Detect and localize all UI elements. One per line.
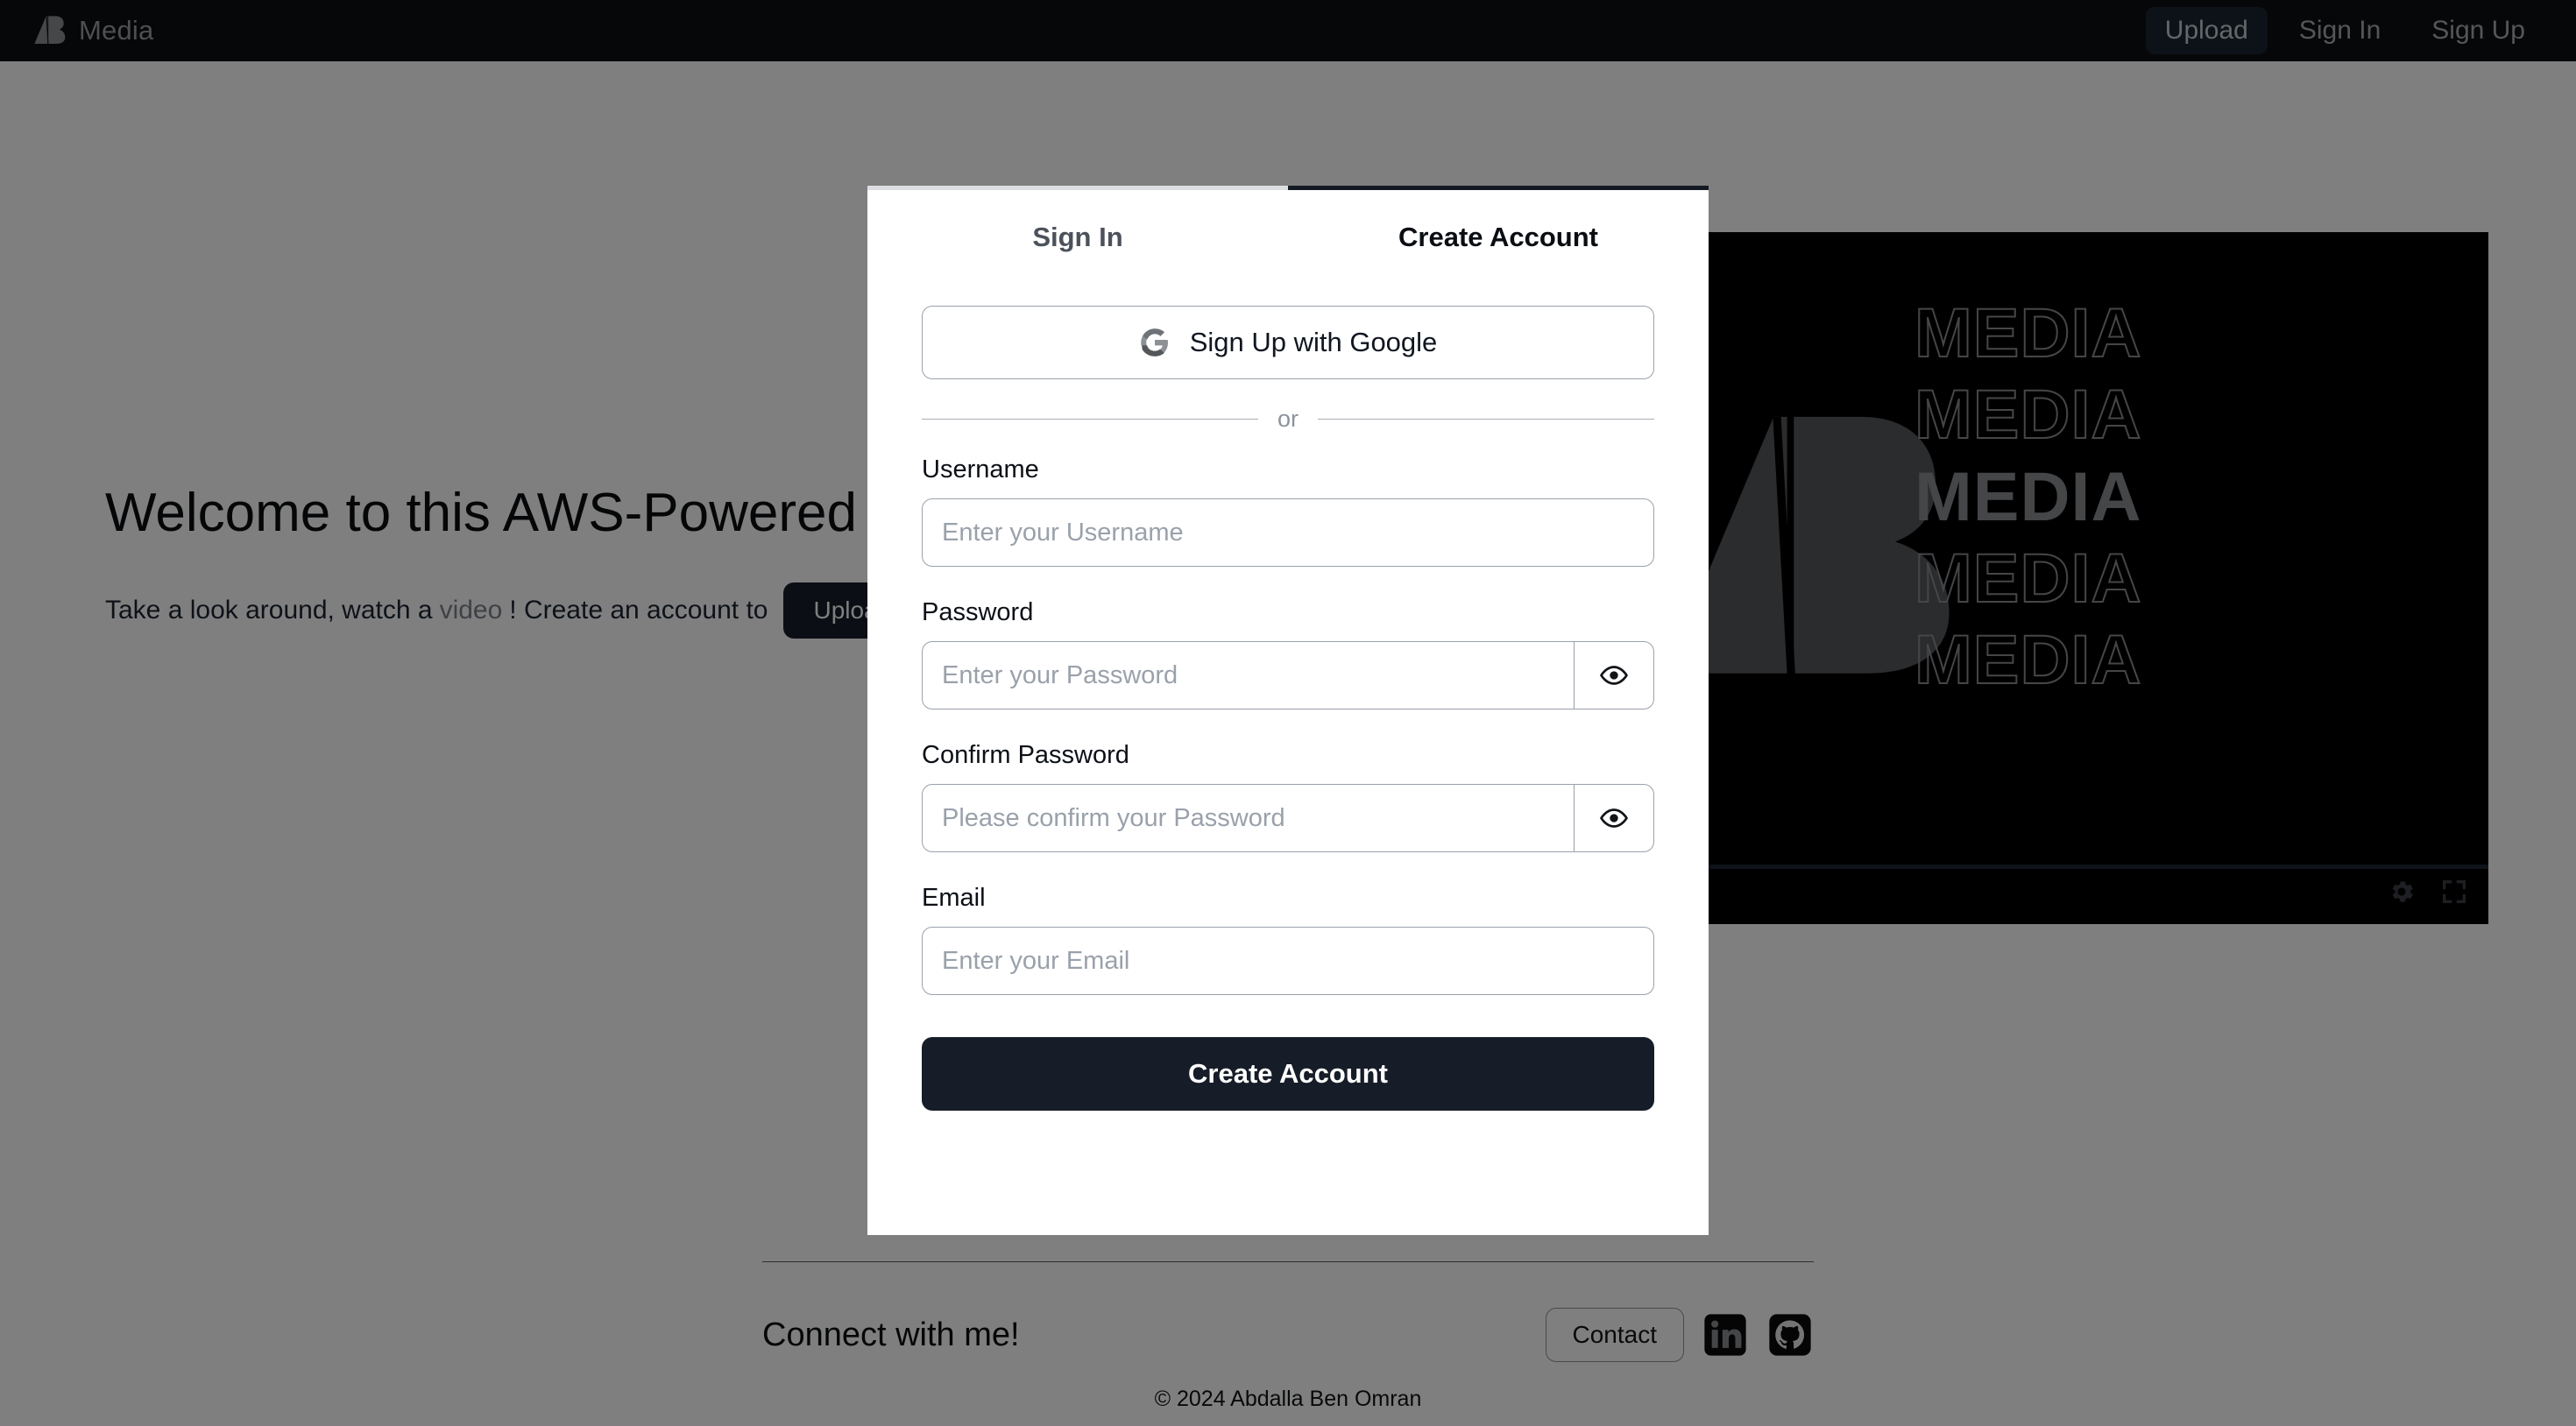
- toggle-confirm-password-visibility-button[interactable]: [1573, 784, 1654, 852]
- or-divider: or: [922, 406, 1655, 433]
- email-field-group: Email: [922, 884, 1654, 995]
- username-input[interactable]: [922, 498, 1654, 567]
- or-divider-line-right: [1318, 419, 1655, 420]
- confirm-password-input[interactable]: [922, 784, 1574, 852]
- tab-sign-in[interactable]: Sign In: [867, 186, 1288, 279]
- password-label: Password: [922, 598, 1034, 626]
- sign-up-with-google-button[interactable]: Sign Up with Google: [922, 306, 1654, 379]
- google-g-icon: [1139, 327, 1171, 358]
- email-input[interactable]: [922, 927, 1654, 995]
- password-input[interactable]: [922, 641, 1574, 709]
- auth-modal-body: Sign Up with Google or Username Password: [867, 279, 1709, 1111]
- eye-icon: [1599, 803, 1629, 833]
- create-account-submit-button[interactable]: Create Account: [922, 1037, 1654, 1111]
- google-button-label: Sign Up with Google: [1189, 327, 1438, 357]
- toggle-password-visibility-button[interactable]: [1573, 641, 1654, 709]
- or-divider-line-left: [922, 419, 1258, 420]
- or-divider-text: or: [1277, 406, 1299, 432]
- password-field-group: Password: [922, 598, 1654, 709]
- confirm-password-field-group: Confirm Password: [922, 741, 1654, 852]
- username-field-group: Username: [922, 455, 1654, 567]
- auth-modal: Sign In Create Account Sign Up with Goog…: [867, 186, 1709, 1235]
- auth-tabs: Sign In Create Account: [867, 186, 1709, 279]
- email-label: Email: [922, 884, 986, 912]
- eye-icon: [1599, 660, 1629, 690]
- tab-create-account[interactable]: Create Account: [1288, 186, 1709, 279]
- username-label: Username: [922, 455, 1039, 484]
- modal-overlay[interactable]: Sign In Create Account Sign Up with Goog…: [0, 0, 2576, 1426]
- confirm-password-label: Confirm Password: [922, 741, 1129, 769]
